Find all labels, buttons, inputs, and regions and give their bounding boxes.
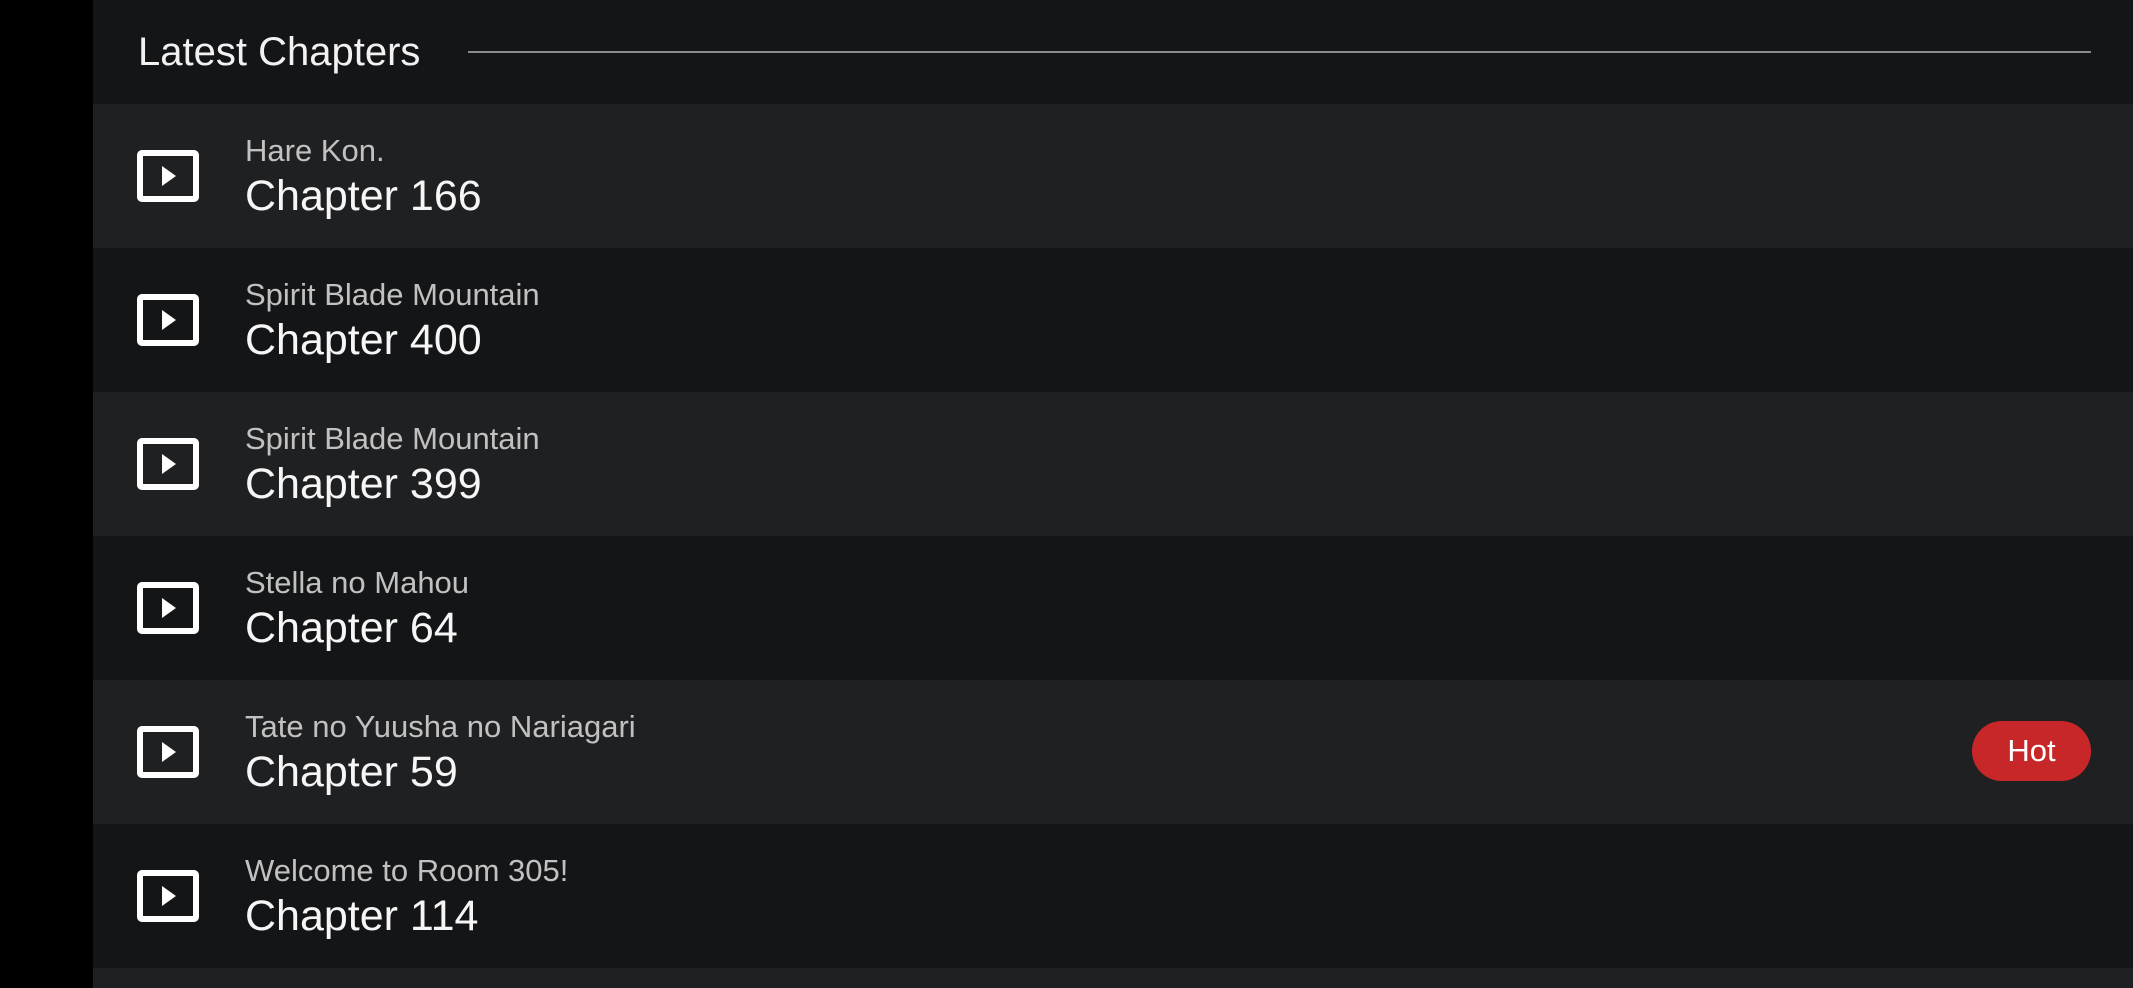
series-title: Spirit Blade Mountain xyxy=(245,276,540,312)
header-divider xyxy=(468,51,2091,53)
chapter-text: Stella no Mahou Chapter 64 xyxy=(245,564,469,653)
series-title: Tate no Yuusha no Nariagari xyxy=(245,708,636,744)
play-icon xyxy=(137,294,199,346)
chapter-text: Hare Kon. Chapter 166 xyxy=(245,132,482,221)
chapter-row-tate-no-yuusha-59[interactable]: Tate no Yuusha no Nariagari Chapter 59 H… xyxy=(93,680,2133,824)
chapter-text: Spirit Blade Mountain Chapter 399 xyxy=(245,420,540,509)
chapter-number: Chapter 166 xyxy=(245,171,482,220)
next-row-partial xyxy=(93,968,2133,988)
series-title: Welcome to Room 305! xyxy=(245,852,569,888)
left-gutter xyxy=(0,0,93,988)
play-icon xyxy=(137,582,199,634)
chapter-number: Chapter 400 xyxy=(245,315,482,364)
chapter-text: Spirit Blade Mountain Chapter 400 xyxy=(245,276,540,365)
chapter-row-stella-no-mahou-64[interactable]: Stella no Mahou Chapter 64 xyxy=(93,536,2133,680)
chapter-text: Welcome to Room 305! Chapter 114 xyxy=(245,852,568,941)
series-title: Hare Kon. xyxy=(245,132,385,168)
series-title: Spirit Blade Mountain xyxy=(245,420,540,456)
chapter-row-spirit-blade-mountain-400[interactable]: Spirit Blade Mountain Chapter 400 xyxy=(93,248,2133,392)
chapter-row-welcome-room-305-114[interactable]: Welcome to Room 305! Chapter 114 xyxy=(93,824,2133,968)
latest-chapters-panel: Latest Chapters Hare Kon. Chapter 166 Sp… xyxy=(93,0,2133,988)
chapter-text: Tate no Yuusha no Nariagari Chapter 59 xyxy=(245,708,636,797)
chapter-number: Chapter 399 xyxy=(245,459,482,508)
play-icon xyxy=(137,150,199,202)
hot-badge: Hot xyxy=(1972,721,2091,781)
section-title: Latest Chapters xyxy=(138,30,421,74)
series-title: Stella no Mahou xyxy=(245,564,470,600)
chapter-number: Chapter 114 xyxy=(245,891,479,940)
chapter-list: Hare Kon. Chapter 166 Spirit Blade Mount… xyxy=(93,104,2133,968)
play-icon xyxy=(137,726,199,778)
play-icon xyxy=(137,870,199,922)
chapter-number: Chapter 64 xyxy=(245,603,458,652)
chapter-row-spirit-blade-mountain-399[interactable]: Spirit Blade Mountain Chapter 399 xyxy=(93,392,2133,536)
play-icon xyxy=(137,438,199,490)
chapter-number: Chapter 59 xyxy=(245,747,458,796)
latest-chapters-header: Latest Chapters xyxy=(93,0,2133,104)
chapter-row-hare-kon-166[interactable]: Hare Kon. Chapter 166 xyxy=(93,104,2133,248)
